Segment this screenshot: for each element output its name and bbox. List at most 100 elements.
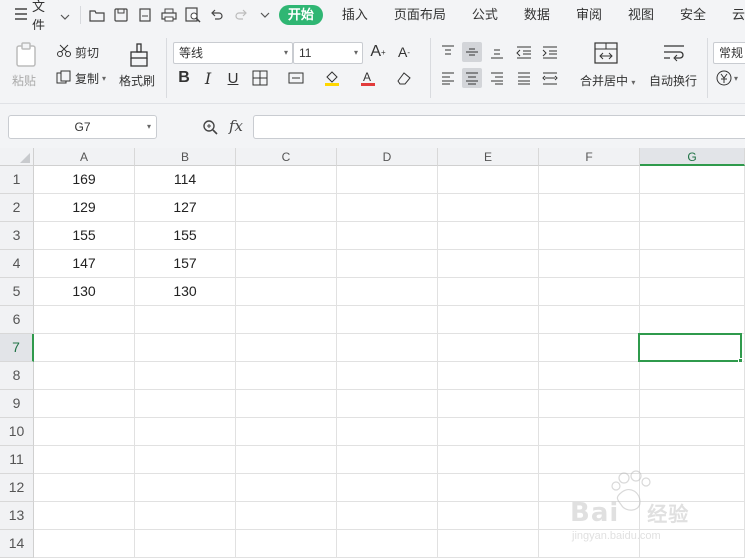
fill-color-icon[interactable] bbox=[322, 68, 342, 88]
file-menu[interactable]: 文件 bbox=[0, 0, 80, 33]
cell-f6[interactable] bbox=[539, 306, 640, 334]
align-middle-icon[interactable] bbox=[462, 42, 482, 62]
row-header-11[interactable]: 11 bbox=[0, 446, 34, 474]
row-header-2[interactable]: 2 bbox=[0, 194, 34, 222]
cell-b5[interactable]: 130 bbox=[135, 278, 236, 306]
cell-b12[interactable] bbox=[135, 474, 236, 502]
distributed-align-icon[interactable] bbox=[540, 68, 560, 88]
cell-f9[interactable] bbox=[539, 390, 640, 418]
format-painter-button[interactable] bbox=[128, 42, 150, 71]
cell-a14[interactable] bbox=[34, 530, 135, 558]
row-header-14[interactable]: 14 bbox=[0, 530, 34, 558]
row-header-7[interactable]: 7 bbox=[0, 334, 34, 362]
cell-b11[interactable] bbox=[135, 446, 236, 474]
align-top-icon[interactable] bbox=[438, 42, 458, 62]
justify-icon[interactable] bbox=[514, 68, 534, 88]
row-header-13[interactable]: 13 bbox=[0, 502, 34, 530]
cell-f4[interactable] bbox=[539, 250, 640, 278]
cell-g1[interactable] bbox=[640, 166, 745, 194]
align-right-icon[interactable] bbox=[487, 68, 507, 88]
cell-a8[interactable] bbox=[34, 362, 135, 390]
cell-d9[interactable] bbox=[337, 390, 438, 418]
font-color-icon[interactable]: A bbox=[358, 68, 378, 88]
cell-f2[interactable] bbox=[539, 194, 640, 222]
name-box[interactable]: G7 ▾ bbox=[8, 115, 157, 139]
cell-c3[interactable] bbox=[236, 222, 337, 250]
cell-c7[interactable] bbox=[236, 334, 337, 362]
cell-c13[interactable] bbox=[236, 502, 337, 530]
cell-d11[interactable] bbox=[337, 446, 438, 474]
align-left-icon[interactable] bbox=[438, 68, 458, 88]
column-header-b[interactable]: B bbox=[135, 148, 236, 166]
fill-handle[interactable] bbox=[738, 358, 743, 363]
cell-c2[interactable] bbox=[236, 194, 337, 222]
cell-d5[interactable] bbox=[337, 278, 438, 306]
cell-e13[interactable] bbox=[438, 502, 539, 530]
insert-function-icon[interactable]: fx bbox=[229, 117, 243, 135]
undo-icon[interactable] bbox=[209, 7, 225, 23]
cell-f10[interactable] bbox=[539, 418, 640, 446]
cell-g6[interactable] bbox=[640, 306, 745, 334]
cell-a5[interactable]: 130 bbox=[34, 278, 135, 306]
zoom-formula-icon[interactable] bbox=[202, 119, 218, 138]
bold-icon[interactable]: B bbox=[174, 68, 194, 88]
increase-indent-icon[interactable] bbox=[540, 42, 560, 62]
cell-c6[interactable] bbox=[236, 306, 337, 334]
cell-e14[interactable] bbox=[438, 530, 539, 558]
cell-c5[interactable] bbox=[236, 278, 337, 306]
save-icon[interactable] bbox=[113, 7, 129, 23]
cell-f1[interactable] bbox=[539, 166, 640, 194]
cell-e8[interactable] bbox=[438, 362, 539, 390]
cell-d12[interactable] bbox=[337, 474, 438, 502]
column-header-g[interactable]: G bbox=[640, 148, 745, 166]
cell-c8[interactable] bbox=[236, 362, 337, 390]
align-center-icon[interactable] bbox=[462, 68, 482, 88]
cell-a3[interactable]: 155 bbox=[34, 222, 135, 250]
cell-b7[interactable] bbox=[135, 334, 236, 362]
cell-c11[interactable] bbox=[236, 446, 337, 474]
column-header-d[interactable]: D bbox=[337, 148, 438, 166]
cell-e1[interactable] bbox=[438, 166, 539, 194]
row-header-8[interactable]: 8 bbox=[0, 362, 34, 390]
cell-c10[interactable] bbox=[236, 418, 337, 446]
increase-font-icon[interactable]: A + bbox=[368, 42, 388, 62]
cell-b14[interactable] bbox=[135, 530, 236, 558]
merge-center-label[interactable]: 合并居中 ▾ bbox=[580, 72, 635, 89]
cell-e5[interactable] bbox=[438, 278, 539, 306]
cell-f3[interactable] bbox=[539, 222, 640, 250]
cell-d3[interactable] bbox=[337, 222, 438, 250]
print-preview-icon[interactable] bbox=[185, 7, 201, 23]
tab-home[interactable]: 开始 bbox=[278, 5, 323, 25]
cell-b6[interactable] bbox=[135, 306, 236, 334]
number-format-select[interactable]: 常规 bbox=[713, 42, 745, 64]
cell-c1[interactable] bbox=[236, 166, 337, 194]
tab-page-layout[interactable]: 页面布局 bbox=[381, 0, 459, 30]
eraser-icon[interactable] bbox=[394, 68, 414, 88]
row-header-5[interactable]: 5 bbox=[0, 278, 34, 306]
currency-format-button[interactable]: ▾ bbox=[716, 70, 738, 86]
cell-e4[interactable] bbox=[438, 250, 539, 278]
borders-icon[interactable] bbox=[250, 68, 270, 88]
row-header-4[interactable]: 4 bbox=[0, 250, 34, 278]
italic-icon[interactable]: I bbox=[198, 68, 218, 88]
cell-f8[interactable] bbox=[539, 362, 640, 390]
cell-b10[interactable] bbox=[135, 418, 236, 446]
copy-button[interactable]: 复制 ▾ bbox=[56, 70, 106, 87]
cell-a2[interactable]: 129 bbox=[34, 194, 135, 222]
tab-cloud[interactable]: 云 bbox=[719, 0, 745, 30]
cell-a12[interactable] bbox=[34, 474, 135, 502]
cell-style-icon[interactable] bbox=[286, 68, 306, 88]
cell-a10[interactable] bbox=[34, 418, 135, 446]
cell-e7[interactable] bbox=[438, 334, 539, 362]
open-folder-icon[interactable] bbox=[89, 7, 105, 23]
cut-button[interactable]: 剪切 bbox=[56, 44, 99, 61]
export-pdf-icon[interactable] bbox=[137, 7, 153, 23]
cell-e9[interactable] bbox=[438, 390, 539, 418]
cell-g5[interactable] bbox=[640, 278, 745, 306]
tab-formulas[interactable]: 公式 bbox=[459, 0, 511, 30]
copy-dropdown-icon[interactable]: ▾ bbox=[102, 74, 106, 83]
cell-b1[interactable]: 114 bbox=[135, 166, 236, 194]
align-bottom-icon[interactable] bbox=[487, 42, 507, 62]
cell-a11[interactable] bbox=[34, 446, 135, 474]
cell-g2[interactable] bbox=[640, 194, 745, 222]
